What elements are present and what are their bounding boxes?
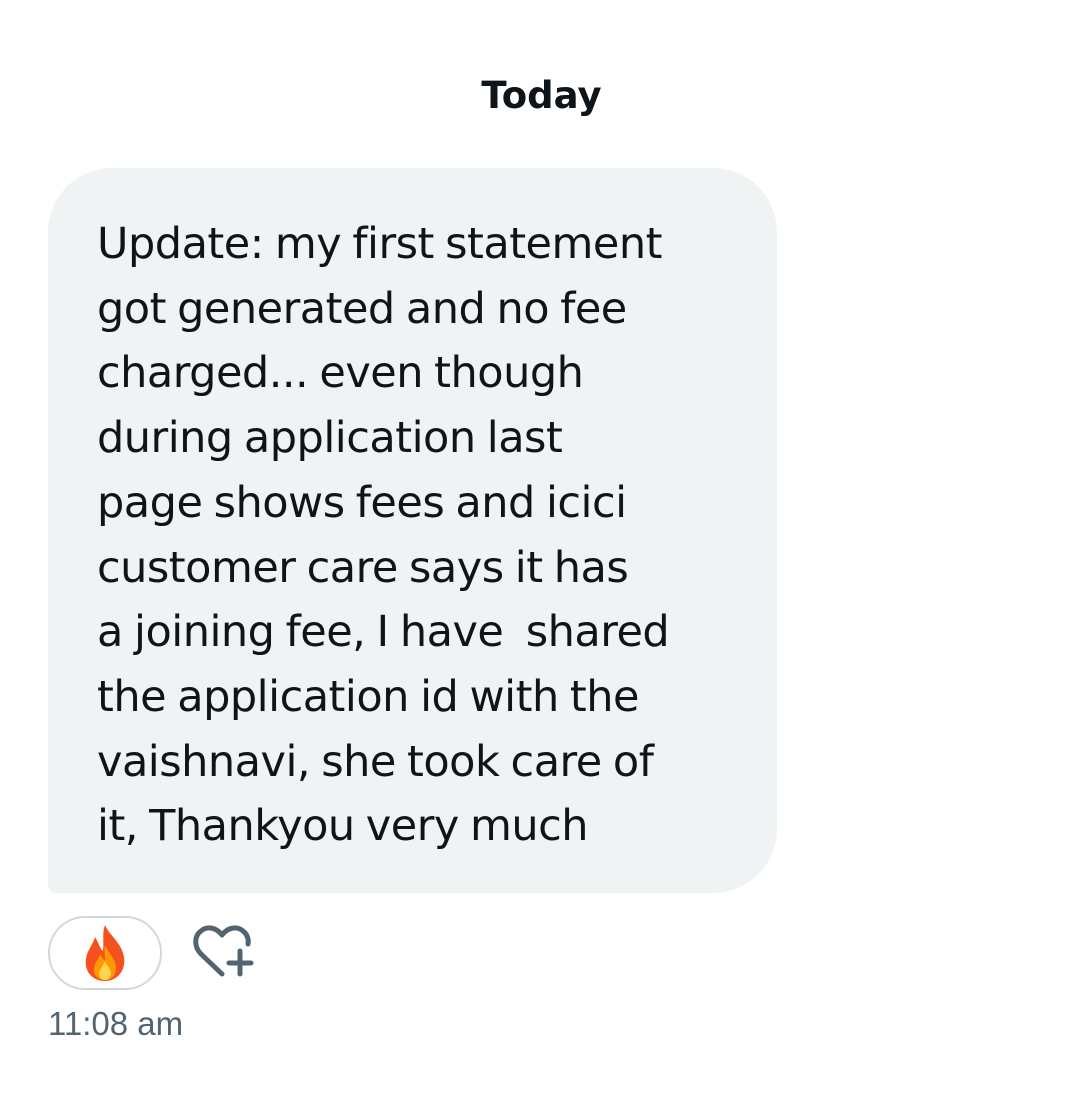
message-timestamp: 11:08 am bbox=[48, 1005, 184, 1042]
fire-emoji-icon bbox=[85, 925, 125, 981]
message-text: Update: my first statement got generated… bbox=[97, 219, 670, 852]
add-reaction-button[interactable] bbox=[190, 920, 256, 986]
reactions-row bbox=[48, 914, 256, 992]
reaction-fire-button[interactable] bbox=[48, 916, 162, 990]
heart-plus-icon bbox=[193, 925, 254, 977]
date-separator: Today bbox=[481, 74, 602, 117]
message-bubble[interactable]: Update: my first statement got generated… bbox=[48, 168, 777, 893]
